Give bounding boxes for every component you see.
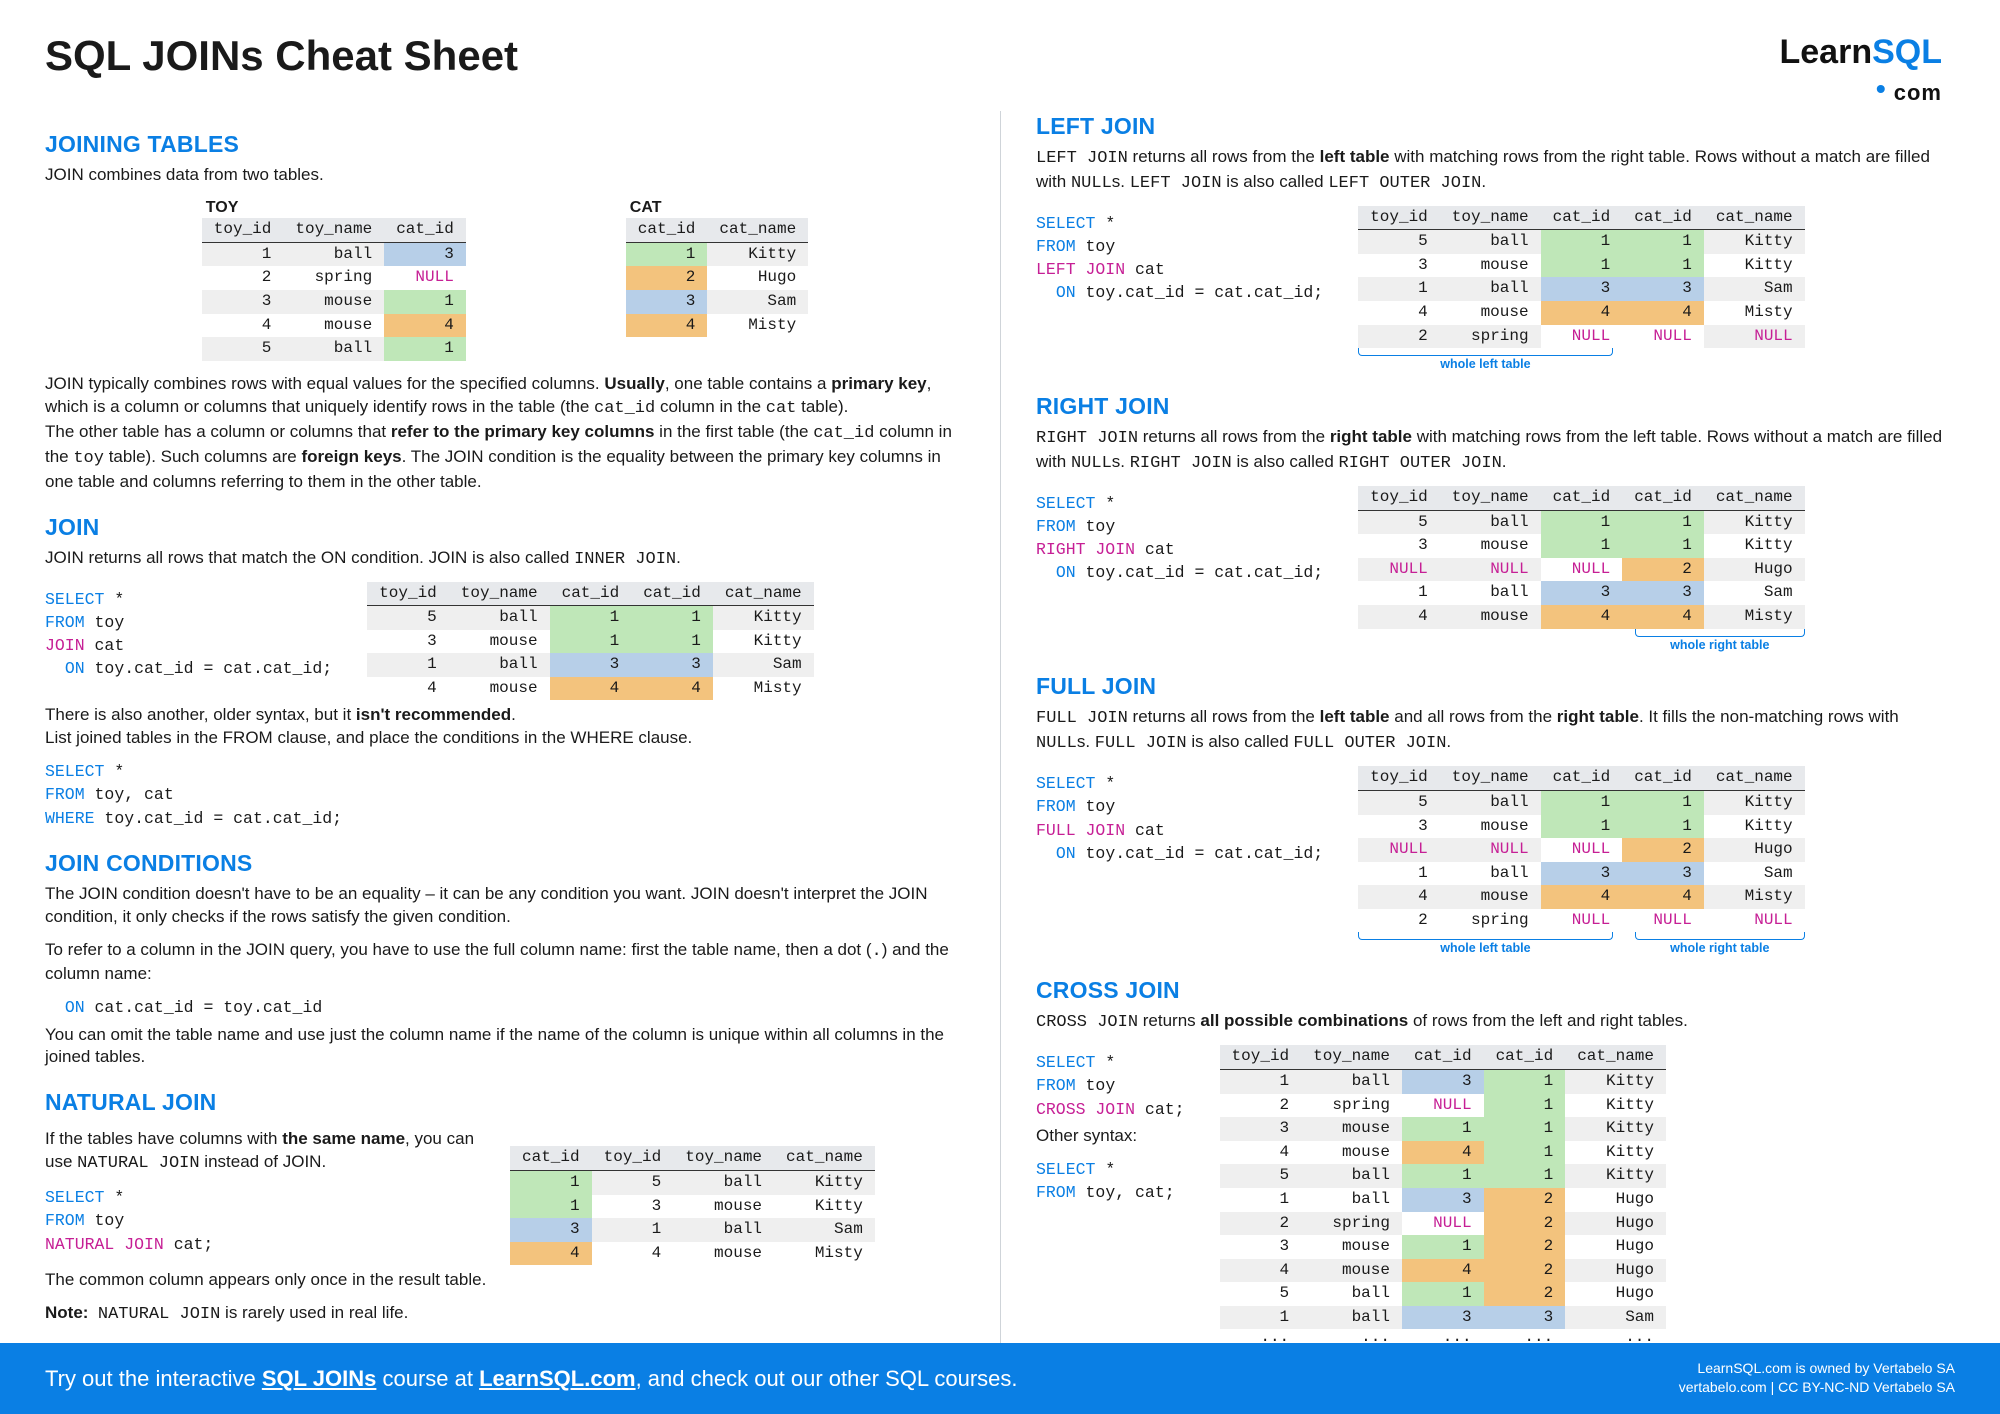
toy-table: toy_idtoy_namecat_id 1ball32springNULL3m… [202, 218, 466, 361]
p-join-note1: There is also another, older syntax, but… [45, 704, 965, 750]
result-join: toy_idtoy_namecat_idcat_idcat_name5ball1… [367, 582, 813, 701]
p-cross: CROSS JOIN returns all possible combinat… [1036, 1010, 1955, 1035]
code-join: SELECT * FROM toy JOIN cat ON toy.cat_id… [45, 588, 332, 680]
p-join-intro: JOIN combines data from two tables. [45, 164, 965, 187]
result-full: toy_idtoy_namecat_idcat_idcat_name5ball1… [1358, 766, 1804, 932]
h-join: JOIN [45, 512, 965, 543]
right-column: LEFT JOIN LEFT JOIN returns all rows fro… [1000, 111, 1955, 1363]
page-title: SQL JOINs Cheat Sheet [45, 28, 1955, 85]
p-left: LEFT JOIN returns all rows from the left… [1036, 146, 1955, 196]
p-nat-1: If the tables have columns with the same… [45, 1128, 475, 1176]
logo: LearnSQL • com [1780, 30, 1943, 108]
cat-label: CAT [626, 197, 808, 219]
p-nat-3: Note: NATURAL JOIN is rarely used in rea… [45, 1302, 965, 1327]
cat-table: cat_idcat_name 1Kitty2Hugo3Sam4Misty [626, 218, 808, 337]
result-left: toy_idtoy_namecat_idcat_idcat_name5ball1… [1358, 206, 1804, 349]
p-join-desc: JOIN returns all rows that match the ON … [45, 547, 965, 572]
p-join-explain: JOIN typically combines rows with equal … [45, 373, 965, 494]
code-full: SELECT * FROM toy FULL JOIN cat ON toy.c… [1036, 772, 1323, 864]
logo-com: • com [1780, 70, 1943, 108]
code-cross2: SELECT * FROM toy, cat; [1036, 1158, 1185, 1204]
h-join-conditions: JOIN CONDITIONS [45, 848, 965, 879]
footer-text: Try out the interactive SQL JOINs course… [45, 1364, 1018, 1394]
h-full-join: FULL JOIN [1036, 671, 1955, 702]
p-other-syntax: Other syntax: [1036, 1125, 1185, 1148]
footer: Try out the interactive SQL JOINs course… [0, 1343, 2000, 1414]
code-cond: ON cat.cat_id = toy.cat_id [45, 996, 965, 1019]
code-cross: SELECT * FROM toy CROSS JOIN cat; [1036, 1051, 1185, 1120]
p-full: FULL JOIN returns all rows from the left… [1036, 706, 1955, 756]
input-tables: TOY toy_idtoy_namecat_id 1ball32springNU… [45, 197, 965, 361]
logo-learn: Learn [1780, 33, 1873, 71]
result-cross: toy_idtoy_namecat_idcat_idcat_name1ball3… [1220, 1045, 1666, 1353]
code-left: SELECT * FROM toy LEFT JOIN cat ON toy.c… [1036, 212, 1323, 304]
logo-sql: SQL [1872, 33, 1942, 71]
left-column: JOINING TABLES JOIN combines data from t… [45, 111, 965, 1363]
code-natural: SELECT * FROM toy NATURAL JOIN cat; [45, 1186, 475, 1255]
p-cond-1: The JOIN condition doesn't have to be an… [45, 883, 965, 929]
p-nat-2: The common column appears only once in t… [45, 1269, 965, 1292]
toy-label: TOY [202, 197, 466, 219]
p-cond-2: To refer to a column in the JOIN query, … [45, 939, 965, 987]
link-site[interactable]: LearnSQL.com [479, 1366, 635, 1391]
h-natural-join: NATURAL JOIN [45, 1087, 965, 1118]
h-left-join: LEFT JOIN [1036, 111, 1955, 142]
h-joining-tables: JOINING TABLES [45, 129, 965, 160]
footer-credits: LearnSQL.com is owned by Vertabelo SA ve… [1679, 1359, 1955, 1398]
code-join-old: SELECT * FROM toy, cat WHERE toy.cat_id … [45, 760, 965, 829]
result-right: toy_idtoy_namecat_idcat_idcat_name5ball1… [1358, 486, 1804, 629]
p-right: RIGHT JOIN returns all rows from the rig… [1036, 426, 1955, 476]
h-cross-join: CROSS JOIN [1036, 975, 1955, 1006]
p-cond-3: You can omit the table name and use just… [45, 1024, 965, 1070]
h-right-join: RIGHT JOIN [1036, 391, 1955, 422]
code-right: SELECT * FROM toy RIGHT JOIN cat ON toy.… [1036, 492, 1323, 584]
result-natural: cat_idtoy_idtoy_namecat_name15ballKitty1… [510, 1146, 875, 1265]
link-course[interactable]: SQL JOINs [262, 1366, 377, 1391]
